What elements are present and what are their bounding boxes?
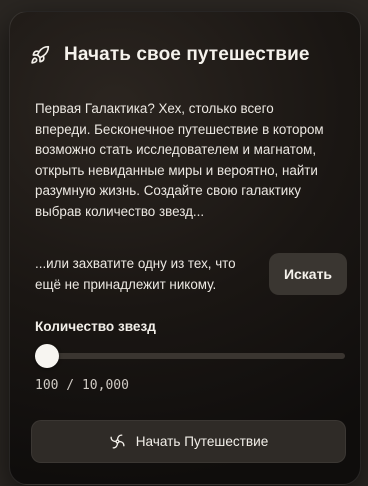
slider-thumb[interactable] <box>35 344 59 368</box>
slider-track[interactable] <box>35 353 345 359</box>
search-button[interactable]: Искать <box>269 253 347 295</box>
galaxy-spiral-icon <box>109 433 126 450</box>
start-journey-button[interactable]: Начать Путешествие <box>31 420 346 463</box>
stars-count-label: Количество звезд <box>35 319 156 334</box>
page-title: Начать свое путешествие <box>64 44 310 65</box>
description-text: Первая Галактика? Хех, столько всего впе… <box>35 101 324 219</box>
stars-count-slider[interactable] <box>35 344 345 368</box>
start-journey-label: Начать Путешествие <box>135 434 269 449</box>
stars-count-value: 100 / 10,000 <box>35 378 129 393</box>
capture-galaxy-text: ...или захватите одну из тех, что ещё не… <box>35 256 236 292</box>
rocket-icon <box>30 45 50 65</box>
start-journey-card: Начать свое путешествие Первая Галактика… <box>9 11 361 485</box>
card-header: Начать свое путешествие <box>30 43 310 67</box>
